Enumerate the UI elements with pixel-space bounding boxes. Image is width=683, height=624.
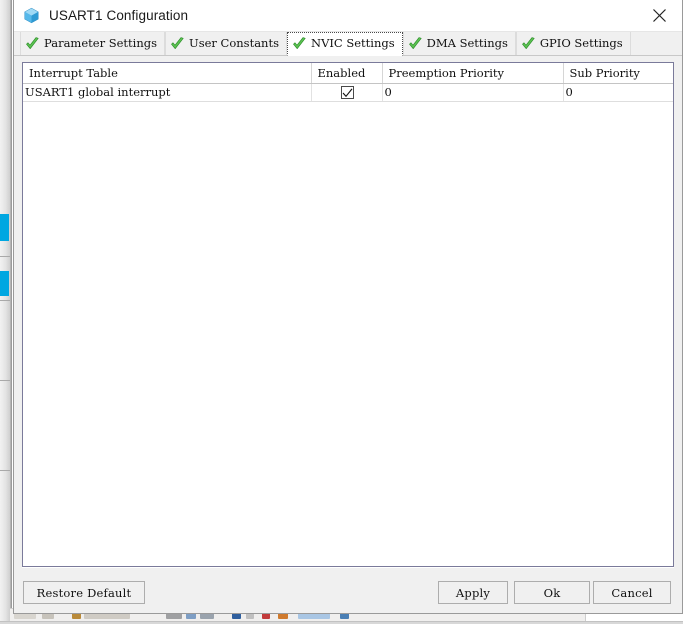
- tab-parameter-settings[interactable]: Parameter Settings: [20, 32, 165, 55]
- tab-nvic-settings[interactable]: NVIC Settings: [287, 32, 403, 56]
- preemption-priority-cell[interactable]: 0: [382, 83, 564, 102]
- tab-label: Parameter Settings: [44, 35, 157, 50]
- interrupt-table: Interrupt Table Enabled Preemption Prior…: [23, 63, 673, 102]
- column-header-sub-priority[interactable]: Sub Priority: [563, 63, 673, 84]
- sub-priority-cell[interactable]: 0: [563, 83, 673, 102]
- apply-button[interactable]: Apply: [438, 581, 508, 604]
- background-divider-line: [11, 0, 12, 623]
- table-header-row: Interrupt Table Enabled Preemption Prior…: [23, 63, 673, 84]
- green-check-icon: [522, 36, 535, 49]
- tab-dma-settings[interactable]: DMA Settings: [402, 32, 516, 55]
- tab-gpio-settings[interactable]: GPIO Settings: [515, 32, 631, 55]
- enabled-cell: [311, 83, 383, 102]
- cube-icon: [23, 7, 40, 24]
- checkmark-icon: [342, 88, 353, 97]
- dialog-footer: Restore Default Apply Ok Cancel: [14, 571, 682, 613]
- enabled-checkbox[interactable]: [341, 86, 354, 100]
- background-accent-strip-2: [0, 271, 9, 296]
- close-icon[interactable]: [637, 0, 682, 31]
- background-left-rail: [0, 0, 11, 623]
- interrupt-table-frame: Interrupt Table Enabled Preemption Prior…: [22, 62, 674, 567]
- usart1-configuration-dialog: USART1 Configuration Parameter Settings …: [13, 0, 683, 614]
- column-header-enabled[interactable]: Enabled: [311, 63, 383, 84]
- green-check-icon: [293, 37, 306, 49]
- background-seam-3: [0, 380, 10, 381]
- dialog-title: USART1 Configuration: [49, 8, 189, 23]
- green-check-icon: [26, 36, 39, 49]
- dialog-body: Interrupt Table Enabled Preemption Prior…: [14, 56, 682, 571]
- interrupt-name-cell: USART1 global interrupt: [23, 83, 312, 102]
- background-seam-2: [0, 300, 10, 301]
- dialog-titlebar: USART1 Configuration: [14, 0, 682, 32]
- tab-label: User Constants: [189, 35, 279, 50]
- cancel-button[interactable]: Cancel: [593, 581, 671, 604]
- restore-default-button[interactable]: Restore Default: [23, 581, 145, 604]
- green-check-icon: [408, 36, 422, 49]
- green-check-icon: [171, 36, 184, 49]
- table-row[interactable]: USART1 global interrupt 0 0: [23, 83, 673, 102]
- tab-label: NVIC Settings: [311, 36, 395, 51]
- tab-label: GPIO Settings: [539, 35, 623, 50]
- ok-button[interactable]: Ok: [514, 581, 590, 604]
- column-header-preemption-priority[interactable]: Preemption Priority: [382, 63, 564, 84]
- background-accent-strip-1: [0, 214, 9, 241]
- tab-user-constants[interactable]: User Constants: [165, 32, 287, 55]
- tab-label: DMA Settings: [426, 35, 508, 50]
- column-header-interrupt-table[interactable]: Interrupt Table: [23, 63, 312, 84]
- background-seam-1: [0, 256, 10, 257]
- dialog-tabstrip: Parameter Settings User Constants NVIC S…: [14, 32, 682, 56]
- background-seam-4: [0, 470, 10, 471]
